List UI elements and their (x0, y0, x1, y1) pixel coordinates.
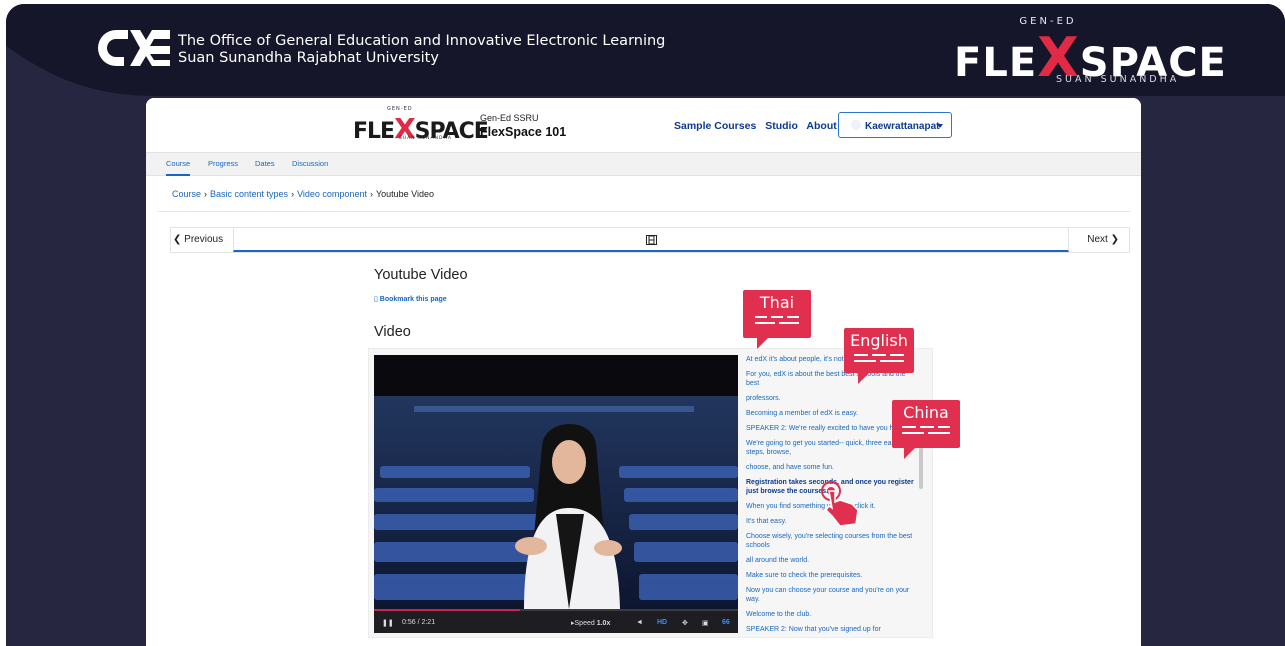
tab-dates[interactable]: Dates (255, 159, 275, 168)
speed-control[interactable]: ▸Speed 1.0x (571, 619, 610, 627)
chevron-left-icon: ❮ (173, 234, 185, 245)
transcript-line[interactable]: professors. (746, 394, 916, 403)
transcript-line[interactable]: Becoming a member of edX is easy. (746, 409, 916, 418)
top-navigation: GEN-ED FLEXSPACE SUAN SUNANDHA Gen-Ed SS… (146, 98, 1141, 152)
institution-name-line1: The Office of General Education and Inno… (178, 33, 666, 49)
speed-label: Speed (574, 620, 595, 627)
brand-left: FLE (954, 40, 1038, 86)
course-name: FlexSpace 101 (480, 125, 567, 139)
chevron-down-icon (937, 124, 943, 128)
nav-studio[interactable]: Studio (765, 120, 798, 132)
user-menu-button[interactable]: Kaewrattanapat (838, 112, 952, 138)
volume-icon[interactable]: ◄ (636, 619, 643, 626)
bookmark-label: Bookmark this page (379, 296, 447, 303)
next-label: Next (1087, 234, 1108, 245)
sequence-navigation: ❮ Previous Next ❯ (170, 227, 1130, 253)
bookmark-button[interactable]: ▯ Bookmark this page (374, 295, 447, 303)
sequence-unit-tab[interactable] (233, 228, 1069, 252)
previous-label: Previous (184, 234, 224, 245)
institution-name-line2: Suan Sunandha Rajabhat University (178, 50, 439, 66)
transcript-line[interactable]: We're going to get you started-- quick, … (746, 439, 916, 457)
avatar (851, 120, 861, 130)
site-logo-sub: SUAN SUNANDHA (399, 136, 452, 141)
tab-progress[interactable]: Progress (208, 159, 238, 168)
nav-links: Sample Courses Studio About (674, 120, 843, 132)
language-bubble-label: English (850, 331, 908, 350)
nav-sample-courses[interactable]: Sample Courses (674, 120, 756, 132)
breadcrumb-video-component[interactable]: Video component (297, 189, 367, 199)
speed-value: 1.0x (596, 620, 611, 627)
site-logo-left: FLE (353, 119, 395, 144)
language-bubble-english: English (844, 328, 914, 384)
institution-name: The Office of General Education and Inno… (178, 33, 665, 67)
transcript-line[interactable]: SPEAKER 2: We're really excited to have … (746, 424, 916, 433)
language-bubble-label: China (903, 403, 949, 422)
divider (158, 211, 1130, 212)
breadcrumb-separator: › (369, 189, 373, 199)
site-logo-top: GEN-ED (387, 106, 413, 112)
video-player[interactable]: ❚❚ 0:56 / 2:21 ▸Speed 1.0x ◄ HD ✥ ▣ 66 (374, 355, 738, 633)
transcript-line[interactable]: Welcome to the club. (746, 610, 916, 619)
brand-sub-text: SUAN SUNANDHA (1056, 74, 1180, 85)
next-button[interactable]: Next ❯ (1087, 234, 1119, 245)
language-bubble-thai: Thai (743, 290, 811, 349)
language-bubble-label: Thai (759, 293, 795, 312)
breadcrumb-course[interactable]: Course (172, 189, 201, 199)
institution-logo-icon (98, 30, 170, 66)
video-heading: Video (374, 324, 411, 340)
transcript-line[interactable]: choose, and have some fun. (746, 463, 916, 472)
fullscreen-icon[interactable]: ✥ (682, 619, 688, 627)
language-bubble-china: China (892, 400, 960, 459)
tab-course[interactable]: Course (166, 159, 191, 176)
unit-title: Youtube Video (374, 267, 468, 283)
transcript-toggle-icon[interactable]: 66 (722, 619, 730, 626)
video-progress-bar[interactable] (374, 609, 520, 611)
site-logo[interactable]: GEN-ED FLEXSPACE SUAN SUNANDHA (353, 106, 489, 145)
transcript-line[interactable]: Choose wisely, you're selecting courses … (746, 532, 916, 550)
nav-about[interactable]: About (806, 120, 836, 132)
user-name: Kaewrattanapat (865, 121, 940, 132)
breadcrumb-current: Youtube Video (375, 189, 435, 199)
transcript-line[interactable]: SPEAKER 2: Now that you've signed up for (746, 625, 916, 633)
video-frame-image (374, 396, 738, 609)
transcript-line[interactable]: all around the world. (746, 556, 916, 565)
course-org: Gen-Ed SSRU (480, 113, 539, 123)
promo-frame: The Office of General Education and Inno… (6, 4, 1285, 646)
hand-pointer-icon (821, 481, 859, 527)
breadcrumb-separator: › (204, 189, 208, 199)
course-tabs: Course Progress Dates Discussion (146, 152, 1141, 176)
breadcrumb-basic-content-types[interactable]: Basic content types (210, 189, 288, 199)
pause-icon[interactable]: ❚❚ (382, 619, 394, 627)
tab-discussion[interactable]: Discussion (292, 159, 328, 168)
previous-button[interactable]: ❮ Previous (173, 234, 223, 245)
breadcrumb: Course › Basic content types › Video compone… (172, 189, 434, 199)
flexspace-brand-logo: GEN-ED FLEXSPACE SUAN SUNANDHA (948, 12, 1226, 89)
closed-captions-icon[interactable]: ▣ (702, 619, 709, 627)
transcript-line[interactable]: Now you can choose your course and you'r… (746, 586, 916, 604)
hd-toggle[interactable]: HD (657, 619, 667, 626)
video-time: 0:56 / 2:21 (402, 619, 436, 626)
transcript-line[interactable]: Make sure to check the prerequisites. (746, 571, 916, 580)
film-icon (646, 235, 657, 245)
chevron-right-icon: ❯ (1107, 234, 1119, 245)
breadcrumb-separator: › (291, 189, 295, 199)
lms-page: GEN-ED FLEXSPACE SUAN SUNANDHA Gen-Ed SS… (146, 98, 1141, 646)
video-controls: ❚❚ 0:56 / 2:21 ▸Speed 1.0x ◄ HD ✥ ▣ 66 (374, 609, 738, 633)
